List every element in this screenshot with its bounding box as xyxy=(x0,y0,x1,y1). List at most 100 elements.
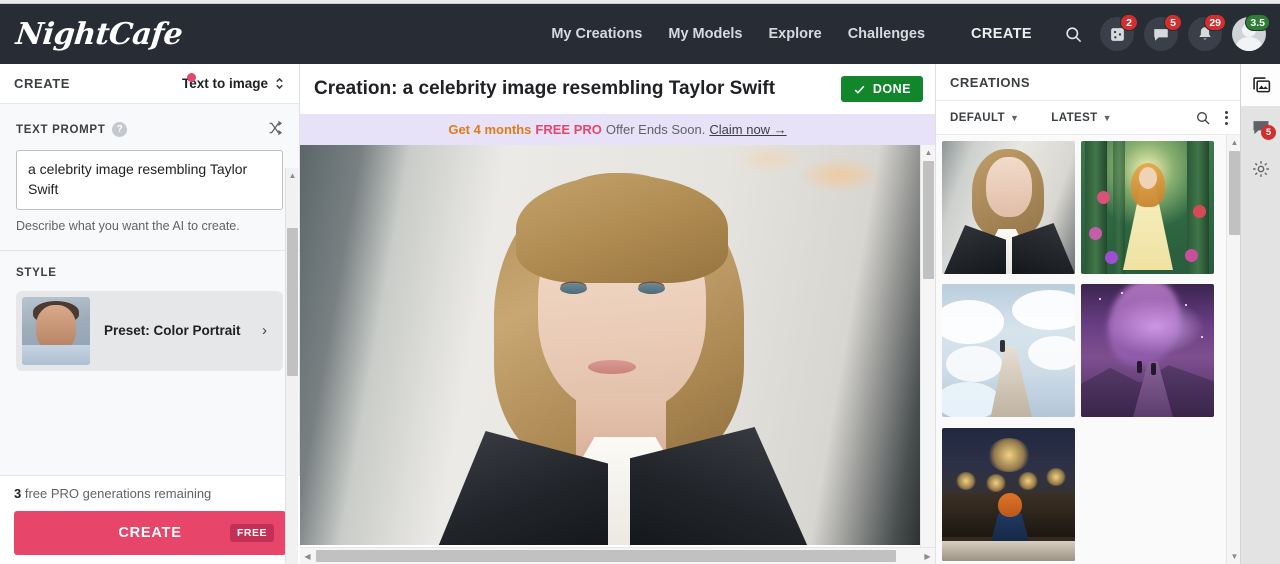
generations-text: free PRO generations remaining xyxy=(24,486,212,501)
chevron-down-icon: ▼ xyxy=(1009,112,1020,123)
sidebar-header: CREATE Text to image xyxy=(0,64,299,104)
main-panel: Creation: a celebrity image resembling T… xyxy=(300,64,935,564)
sidebar-title: CREATE xyxy=(14,76,71,91)
creations-search-button[interactable] xyxy=(1195,110,1211,126)
creations-actions xyxy=(1195,110,1228,126)
mode-selector[interactable]: Text to image xyxy=(182,73,285,91)
creations-scroll-thumb[interactable] xyxy=(1229,151,1240,235)
main-hscroll-thumb[interactable] xyxy=(316,550,896,562)
creations-grid xyxy=(936,135,1226,564)
filter-latest[interactable]: LATEST ▼ xyxy=(1051,112,1112,124)
header-icon-group: 2 5 29 3.5 xyxy=(1056,14,1270,51)
check-icon xyxy=(854,85,865,94)
promo-part3: Offer Ends Soon. xyxy=(605,122,706,137)
gear-icon xyxy=(1253,161,1269,177)
tile-chandelier xyxy=(1046,467,1066,486)
tile-flower xyxy=(1193,205,1206,218)
notifications-button[interactable]: 29 xyxy=(1188,14,1226,51)
main-scroll-right-arrow[interactable]: ▶ xyxy=(920,548,935,564)
prompt-hint: Describe what you want the AI to create. xyxy=(16,218,240,233)
nav-create-button[interactable]: CREATE xyxy=(971,26,1032,42)
tile-flower xyxy=(1089,227,1102,240)
tile-figure xyxy=(1151,363,1156,376)
search-icon xyxy=(1197,111,1210,124)
page-title: Creation: a celebrity image resembling T… xyxy=(314,78,776,99)
generations-remaining: 3 free PRO generations remaining xyxy=(14,486,286,501)
main-horizontal-scrollbar[interactable]: ◀ ▶ xyxy=(300,547,935,564)
portrait-subject xyxy=(420,145,820,545)
rail-item-messages[interactable]: 5 xyxy=(1241,106,1280,148)
main-scroll-up-arrow[interactable]: ▲ xyxy=(921,145,936,160)
creations-filter-bar: DEFAULT ▼ LATEST ▼ xyxy=(936,101,1240,135)
creation-thumbnail[interactable] xyxy=(942,141,1075,274)
chevron-right-icon: › xyxy=(262,322,267,340)
creations-panel: CREATIONS DEFAULT ▼ LATEST ▼ ▲ ▼ xyxy=(935,64,1241,564)
rail-item-settings[interactable] xyxy=(1241,148,1280,190)
creation-thumbnail[interactable] xyxy=(1081,141,1214,274)
shuffle-icon xyxy=(269,120,283,136)
promo-claim-link[interactable]: Claim now → xyxy=(709,122,786,137)
tile-figure xyxy=(1000,340,1005,353)
creation-image-canvas[interactable] xyxy=(300,145,920,545)
tile-star xyxy=(1201,336,1203,339)
tile-cloud xyxy=(942,300,1004,345)
tile-fox-head xyxy=(998,492,1022,517)
tile-cloud xyxy=(946,346,1002,383)
credits-badge: 3.5 xyxy=(1245,14,1270,31)
rail-item-gallery[interactable] xyxy=(1241,64,1280,106)
creation-thumbnail[interactable] xyxy=(1081,284,1214,418)
dice-badge: 2 xyxy=(1120,14,1138,31)
creations-scrollbar[interactable]: ▲ ▼ xyxy=(1226,135,1241,564)
nav-my-creations[interactable]: My Creations xyxy=(551,26,642,42)
user-avatar-button[interactable]: 3.5 xyxy=(1232,14,1270,51)
tile-flower xyxy=(1105,251,1118,264)
prompt-input[interactable]: a celebrity image resembling Taylor Swif… xyxy=(16,150,283,210)
dice-button[interactable]: 2 xyxy=(1100,14,1138,51)
notifications-badge: 29 xyxy=(1204,14,1226,31)
style-preset-row[interactable]: Preset: Color Portrait › xyxy=(16,290,283,371)
app-root: NightCafe My Creations My Models Explore… xyxy=(0,0,1280,564)
messages-badge: 5 xyxy=(1164,14,1182,31)
more-vertical-icon xyxy=(1225,110,1228,114)
main-nav: My Creations My Models Explore Challenge… xyxy=(551,26,1032,42)
more-vertical-icon xyxy=(1225,116,1228,119)
main-scroll-thumb[interactable] xyxy=(923,161,934,279)
subject-lips xyxy=(588,360,636,374)
sidebar-scroll-thumb[interactable] xyxy=(287,228,298,376)
thumb-shirt xyxy=(22,344,90,365)
promo-part2: FREE PRO xyxy=(535,122,602,137)
promo-banner: Get 4 months FREE PRO Offer Ends Soon. C… xyxy=(300,114,935,145)
tile-chandelier xyxy=(988,437,1030,472)
tile-head xyxy=(1139,167,1157,189)
creation-thumbnail[interactable] xyxy=(942,284,1075,418)
scroll-up-arrow[interactable]: ▲ xyxy=(286,168,299,182)
main-vertical-scrollbar[interactable]: ▲ ▼ xyxy=(920,145,935,564)
sidebar-scrollbar[interactable]: ▲ ▼ xyxy=(285,168,298,564)
gallery-icon xyxy=(1252,76,1270,92)
nav-my-models[interactable]: My Models xyxy=(668,26,742,42)
prompt-section: TEXT PROMPT ? a celebrity image resembli… xyxy=(0,104,299,233)
nightcafe-logo[interactable]: NightCafe xyxy=(14,17,184,52)
creation-thumbnail[interactable] xyxy=(942,427,1075,561)
creations-title: CREATIONS xyxy=(950,74,1031,90)
nav-explore[interactable]: Explore xyxy=(769,26,822,42)
shuffle-prompt-button[interactable] xyxy=(267,120,283,139)
create-button[interactable]: CREATE FREE xyxy=(14,511,286,555)
more-vertical-icon xyxy=(1225,121,1228,125)
tile-nebula xyxy=(1096,284,1192,377)
mode-new-dot xyxy=(186,73,196,82)
promo-part1: Get 4 months xyxy=(448,122,532,137)
tile-flower xyxy=(1185,249,1198,262)
main-scroll-left-arrow[interactable]: ◀ xyxy=(300,548,315,564)
create-button-label: CREATE xyxy=(118,525,182,541)
nav-challenges[interactable]: Challenges xyxy=(848,26,925,42)
filter-default[interactable]: DEFAULT ▼ xyxy=(950,112,1019,124)
messages-button[interactable]: 5 xyxy=(1144,14,1182,51)
tile-star xyxy=(1099,298,1101,301)
help-icon[interactable]: ? xyxy=(112,122,128,137)
style-section-header: STYLE xyxy=(16,267,283,279)
done-button[interactable]: DONE xyxy=(840,76,923,102)
search-button[interactable] xyxy=(1056,17,1090,51)
creations-menu-button[interactable] xyxy=(1225,110,1228,125)
filter-latest-label: LATEST xyxy=(1051,111,1098,124)
